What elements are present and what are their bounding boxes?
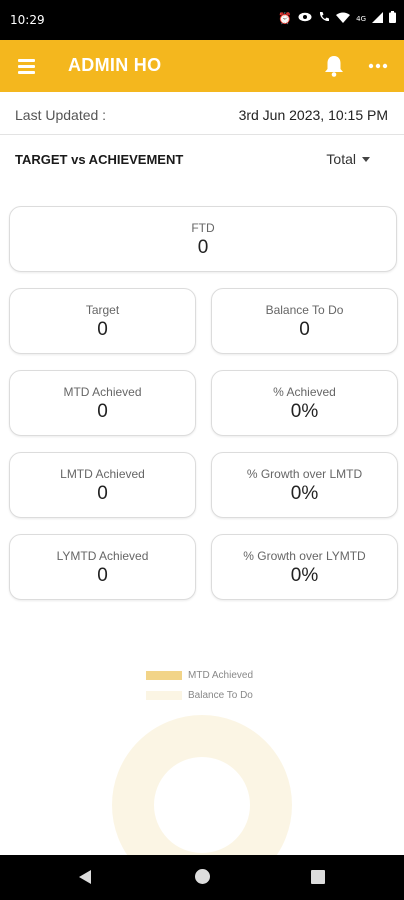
menu-icon[interactable]: [16, 56, 38, 76]
app-bar: ADMIN HO: [0, 40, 404, 92]
legend-swatch: [146, 691, 182, 700]
card-lymtd-achieved: LYMTD Achieved 0: [9, 534, 196, 600]
card-lmtd-achieved: LMTD Achieved 0: [9, 452, 196, 518]
card-label: Target: [85, 303, 120, 317]
card-growth-lymtd: % Growth over LYMTD 0%: [211, 534, 398, 600]
status-icons: ⏰ 4G: [278, 11, 396, 26]
caret-down-icon: [362, 156, 370, 162]
legend-item-balance: Balance To Do: [146, 690, 253, 701]
filter-dropdown-value: Total: [326, 151, 356, 167]
legend-label: Balance To Do: [188, 690, 253, 701]
legend-swatch: [146, 671, 182, 680]
card-label: % Achieved: [273, 385, 336, 399]
card-target: Target 0: [9, 288, 196, 354]
section-title: TARGET vs ACHIEVEMENT: [15, 152, 184, 167]
card-label: LMTD Achieved: [60, 467, 145, 481]
more-icon[interactable]: [366, 56, 390, 76]
card-label: MTD Achieved: [63, 385, 142, 399]
eye-icon: [298, 12, 312, 25]
card-label: Balance To Do: [265, 303, 344, 317]
signal-icon: [372, 11, 383, 26]
card-value: 0: [299, 319, 310, 340]
card-label: FTD: [191, 221, 215, 235]
battery-icon: [389, 11, 396, 26]
back-icon[interactable]: [79, 870, 91, 884]
home-icon[interactable]: [195, 869, 210, 884]
status-time: 10:29: [10, 13, 45, 27]
card-value: 0: [97, 319, 108, 340]
last-updated-value: 3rd Jun 2023, 10:15 PM: [238, 107, 388, 123]
legend-item-mtd: MTD Achieved: [146, 670, 253, 681]
card-mtd-achieved: MTD Achieved 0: [9, 370, 196, 436]
status-bar: 10:29 ⏰ 4G: [0, 0, 404, 40]
card-balance-to-do: Balance To Do 0: [211, 288, 398, 354]
card-value: 0%: [290, 565, 319, 586]
card-value: 0: [97, 483, 108, 504]
bell-icon[interactable]: [322, 53, 346, 79]
card-label: % Growth over LYMTD: [243, 549, 366, 563]
card-value: 0%: [290, 401, 319, 422]
last-updated-label: Last Updated :: [15, 107, 107, 123]
card-growth-lmtd: % Growth over LMTD 0%: [211, 452, 398, 518]
card-ftd: FTD 0: [9, 206, 397, 272]
call-icon: [318, 11, 330, 26]
card-label: % Growth over LMTD: [246, 467, 363, 481]
app-title: ADMIN HO: [68, 55, 162, 75]
filter-dropdown[interactable]: Total: [326, 151, 370, 167]
legend-label: MTD Achieved: [188, 670, 254, 681]
card-percent-achieved: % Achieved 0%: [211, 370, 398, 436]
network-label: 4G: [356, 14, 366, 23]
card-value: 0: [97, 565, 108, 586]
card-value: 0: [197, 237, 209, 258]
divider: [0, 134, 404, 135]
card-value: 0: [97, 401, 108, 422]
recents-icon[interactable]: [311, 870, 325, 884]
navigation-bar: [0, 855, 404, 900]
wifi-icon: [336, 12, 351, 26]
card-label: LYMTD Achieved: [56, 549, 149, 563]
card-value: 0%: [290, 483, 319, 504]
alarm-icon: ⏰: [278, 12, 293, 25]
